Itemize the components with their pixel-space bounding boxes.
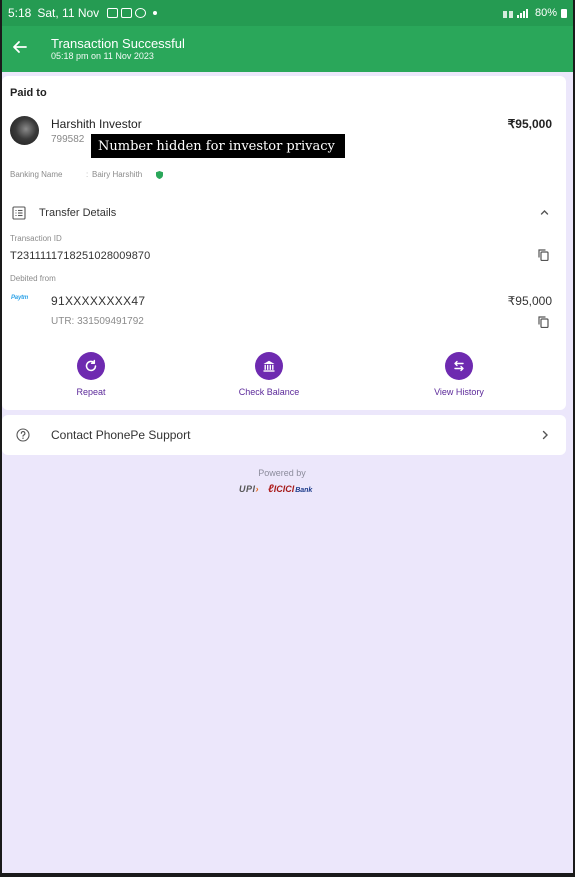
check-balance-button[interactable]: Check Balance bbox=[224, 352, 314, 397]
paytm-logo-text: Paytm bbox=[11, 295, 29, 301]
transfer-details-title[interactable]: Transfer Details bbox=[39, 207, 116, 219]
gallery-notification-icon bbox=[107, 8, 119, 18]
swap-arrows-icon bbox=[454, 360, 464, 372]
more-notifications-icon bbox=[153, 11, 158, 15]
paytm-bank-logo: Paytm bbox=[11, 295, 28, 301]
copy-utr-icon[interactable] bbox=[538, 316, 549, 328]
transaction-card: Paid to Harshith Investor 799582 Number … bbox=[2, 76, 566, 410]
debited-from-label: Debited from bbox=[10, 274, 56, 283]
copy-transaction-id-icon[interactable] bbox=[538, 249, 549, 261]
repeat-icon bbox=[85, 359, 97, 372]
verified-shield-icon bbox=[156, 171, 163, 179]
icici-bank-logo: ℓICICIBank bbox=[268, 483, 312, 495]
status-right: 80% bbox=[502, 7, 567, 19]
view-history-icon-circle[interactable] bbox=[445, 352, 473, 380]
back-arrow-icon[interactable] bbox=[10, 37, 30, 57]
paid-to-label: Paid to bbox=[10, 87, 47, 99]
chevron-up-icon[interactable] bbox=[539, 207, 550, 218]
contact-support-label: Contact PhonePe Support bbox=[51, 428, 191, 442]
repeat-button[interactable]: Repeat bbox=[46, 352, 136, 397]
banking-name-separator: : bbox=[86, 170, 89, 179]
utr-number: UTR: 331509491792 bbox=[51, 316, 144, 327]
transaction-id-value: T2311111718251028009870 bbox=[10, 250, 151, 262]
transaction-id-label: Transaction ID bbox=[10, 234, 62, 243]
transaction-timestamp: 05:18 pm on 11 Nov 2023 bbox=[51, 51, 154, 61]
battery-percent: 80% bbox=[534, 7, 557, 19]
chevron-right-icon bbox=[542, 430, 548, 440]
powered-by-label: Powered by bbox=[258, 468, 306, 478]
view-history-button[interactable]: View History bbox=[414, 352, 504, 397]
contact-support-row[interactable]: Contact PhonePe Support bbox=[2, 415, 566, 455]
repeat-label: Repeat bbox=[76, 387, 106, 397]
check-balance-icon-circle[interactable] bbox=[255, 352, 283, 380]
page-title: Transaction Successful bbox=[51, 36, 185, 51]
view-history-label: View History bbox=[434, 387, 484, 397]
battery-icon bbox=[561, 8, 567, 18]
status-bar: 5:18 Sat, 11 Nov 80% bbox=[0, 0, 575, 26]
upi-logo-text: UPI bbox=[239, 484, 256, 494]
help-circle-icon bbox=[16, 428, 30, 442]
upi-arrow-mark: › bbox=[255, 484, 260, 494]
status-date: Sat, 11 Nov bbox=[37, 6, 100, 20]
app-header: Transaction Successful 05:18 pm on 11 No… bbox=[0, 26, 575, 72]
network-signal-icon bbox=[502, 8, 528, 18]
message-notification-icon bbox=[121, 8, 133, 18]
whatsapp-notification-icon bbox=[135, 8, 147, 18]
icici-logo-text: ICICI bbox=[273, 484, 295, 494]
paid-amount: ₹95,000 bbox=[507, 117, 552, 131]
bank-icon bbox=[263, 360, 275, 372]
payee-number: 799582 bbox=[51, 134, 85, 145]
payee-name: Harshith Investor bbox=[51, 117, 142, 131]
repeat-icon-circle[interactable] bbox=[77, 352, 105, 380]
upi-logo: UPI› bbox=[239, 484, 259, 494]
transfer-details-icon bbox=[12, 206, 26, 220]
notification-icons bbox=[107, 8, 158, 18]
payee-avatar bbox=[10, 116, 39, 145]
debit-amount: ₹95,000 bbox=[507, 294, 552, 308]
status-time: 5:18 bbox=[8, 6, 32, 20]
redaction-banner: Number hidden for investor privacy bbox=[91, 134, 345, 158]
icici-logo-suffix: Bank bbox=[295, 487, 313, 494]
banking-name-value: Bairy Harshith bbox=[92, 170, 143, 179]
banking-name-label: Banking Name bbox=[10, 170, 63, 179]
debit-account-number: 91XXXXXXXX47 bbox=[51, 294, 146, 308]
check-balance-label: Check Balance bbox=[238, 387, 300, 397]
